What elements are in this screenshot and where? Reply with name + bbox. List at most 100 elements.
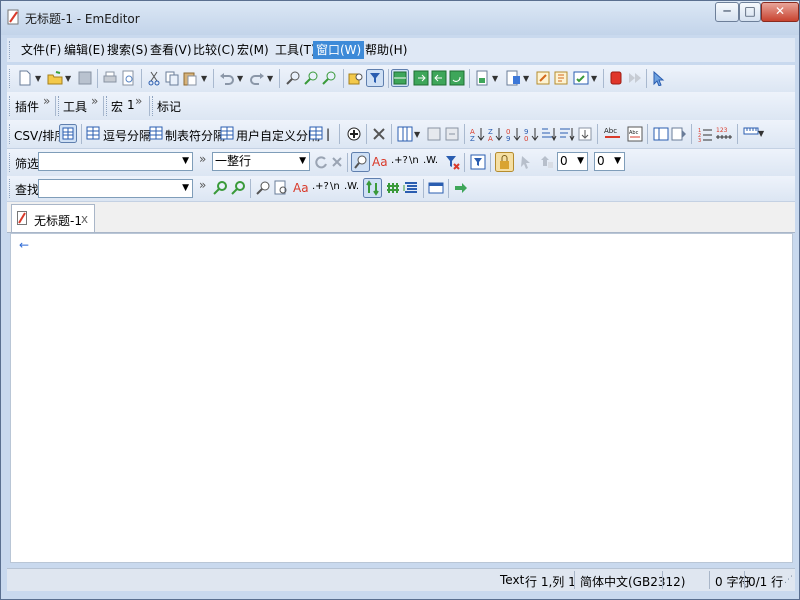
document-tab[interactable]: 无标题-1 x [11, 204, 95, 232]
save-icon[interactable] [77, 70, 93, 86]
encoding-icon[interactable] [474, 70, 490, 86]
ruler-numbers-icon[interactable]: 123 [715, 125, 733, 143]
redo-icon[interactable] [249, 70, 265, 86]
find-highlight-icon[interactable] [255, 180, 271, 196]
copy-icon[interactable] [164, 70, 180, 86]
tab-csv-icon[interactable] [149, 126, 163, 140]
filter-negative-icon[interactable] [444, 154, 460, 170]
plugins-chevron-icon[interactable]: » [43, 94, 50, 108]
filter-after-lines-select[interactable]: 0 ▼ [594, 152, 625, 171]
filter-extract-icon[interactable] [538, 154, 554, 170]
tools-toolbar-label[interactable]: 工具 [63, 98, 87, 115]
undo-icon[interactable] [219, 70, 235, 86]
print-icon[interactable] [102, 70, 118, 86]
run-macro-icon[interactable] [626, 70, 642, 86]
minimize-button[interactable]: ─ [715, 2, 739, 22]
menu-edit[interactable]: 编辑(E) [61, 41, 108, 59]
tab-close-icon[interactable]: x [81, 212, 88, 226]
find-input[interactable]: ▼ [38, 179, 193, 198]
toolbar-grip[interactable] [9, 96, 13, 116]
user-defined-separator-button[interactable]: 用户自定义分隔 [236, 127, 320, 144]
cut-icon[interactable] [146, 70, 162, 86]
ruler-dropdown-icon[interactable]: ▼ [758, 129, 764, 138]
insert-column-icon[interactable] [346, 126, 362, 142]
tab-separated-button[interactable]: 制表符分隔 [165, 127, 225, 144]
macro-chevron-icon[interactable]: » [135, 94, 142, 108]
escape-sequence-icon[interactable]: \n [409, 155, 419, 166]
delete-column-icon[interactable] [426, 126, 442, 142]
outline-icon[interactable] [653, 126, 669, 142]
resize-grip-icon[interactable]: ⋰ [784, 575, 793, 585]
match-case-icon[interactable]: Aa [372, 155, 388, 169]
sort-numeric-desc-icon[interactable]: 90 [523, 126, 539, 142]
new-file-icon[interactable] [17, 70, 33, 86]
csv-normal-mode-icon[interactable] [59, 124, 77, 143]
encoding-dropdown-icon[interactable]: ▼ [492, 74, 498, 83]
filter-toggle-icon[interactable] [366, 69, 384, 87]
redo-dropdown-icon[interactable]: ▼ [267, 74, 273, 83]
menu-tools[interactable]: 工具(T) [272, 41, 319, 59]
status-position[interactable]: 行 1,列 1 [525, 573, 576, 590]
find-document-icon[interactable] [273, 180, 289, 196]
filter-refresh-icon[interactable] [313, 154, 329, 170]
user-csv-icon[interactable] [220, 126, 234, 140]
filter-scope-select[interactable]: 一整行 ▼ [212, 152, 310, 171]
sort-za-icon[interactable]: ZA [487, 126, 503, 142]
window-list-icon[interactable] [573, 70, 589, 86]
menu-file[interactable]: 文件(F) [18, 41, 64, 59]
ruler-icon[interactable] [743, 125, 759, 141]
paste-dropdown-icon[interactable]: ▼ [201, 74, 207, 83]
status-mode[interactable]: Text [500, 573, 524, 587]
filter-clear-icon[interactable] [329, 154, 345, 170]
new-dropdown-icon[interactable]: ▼ [35, 74, 41, 83]
find-next-icon[interactable] [303, 70, 319, 86]
open-dropdown-icon[interactable]: ▼ [65, 74, 71, 83]
user-defined-mark[interactable]: | [326, 127, 330, 141]
properties-icon[interactable] [535, 70, 551, 86]
toolbar-grip[interactable] [9, 124, 13, 144]
menu-search[interactable]: 搜索(S) [104, 41, 151, 59]
customize-icon[interactable] [553, 70, 569, 86]
filter-chevron-icon[interactable]: » [199, 152, 206, 166]
text-editor-area[interactable]: ← [10, 233, 793, 563]
find-escape-icon[interactable]: \n [330, 181, 340, 192]
find-list-icon[interactable] [403, 180, 419, 196]
find-icon[interactable] [285, 70, 301, 86]
outline-settings-icon[interactable] [671, 126, 687, 142]
spell-check-document-icon[interactable]: Abc [627, 126, 643, 142]
print-preview-icon[interactable] [120, 70, 136, 86]
column-select-icon[interactable] [397, 126, 413, 142]
macro-toolbar-label[interactable]: 宏 [111, 98, 123, 115]
find-prev-green-icon[interactable] [230, 180, 246, 196]
filter-lock-icon[interactable] [495, 152, 514, 172]
filter-scope-dropdown-icon[interactable]: ▼ [299, 153, 306, 170]
filter-bookmark-icon[interactable] [519, 154, 535, 170]
regex-icon[interactable]: .+? [391, 155, 408, 166]
record-macro-icon[interactable] [608, 70, 624, 86]
comma-csv-icon[interactable] [86, 126, 100, 140]
menu-help[interactable]: 帮助(H) [362, 41, 410, 59]
paste-icon[interactable] [182, 70, 198, 86]
find-match-case-icon[interactable]: Aa [293, 181, 309, 195]
find-go-icon[interactable] [453, 180, 469, 196]
toolbar-grip[interactable] [9, 69, 13, 88]
sort-length-asc-icon[interactable] [541, 126, 557, 142]
config-icon[interactable] [505, 70, 521, 86]
filter-input[interactable]: ▼ [38, 152, 193, 171]
open-folder-icon[interactable] [47, 70, 63, 86]
sort-az-icon[interactable]: AZ [469, 126, 485, 142]
tools-chevron-icon[interactable]: » [91, 94, 98, 108]
sort-length-desc-icon[interactable] [559, 126, 575, 142]
undo-dropdown-icon[interactable]: ▼ [237, 74, 243, 83]
find-whole-word-icon[interactable]: .W. [344, 181, 359, 192]
filter-dropdown-icon[interactable]: ▼ [182, 153, 189, 170]
spell-check-icon[interactable]: Abc [603, 125, 623, 143]
status-encoding[interactable]: 简体中文(GB2312) [580, 573, 685, 590]
menu-compare[interactable]: 比较(C) [190, 41, 238, 59]
plugins-toolbar-label[interactable]: 插件 [15, 98, 39, 115]
toolbar-grip[interactable] [9, 153, 13, 172]
toolbar-grip[interactable] [152, 96, 156, 116]
window-list-dropdown-icon[interactable]: ▼ [591, 74, 597, 83]
whole-word-icon[interactable]: .W. [423, 155, 438, 166]
user-csv-2-icon[interactable] [309, 126, 323, 140]
